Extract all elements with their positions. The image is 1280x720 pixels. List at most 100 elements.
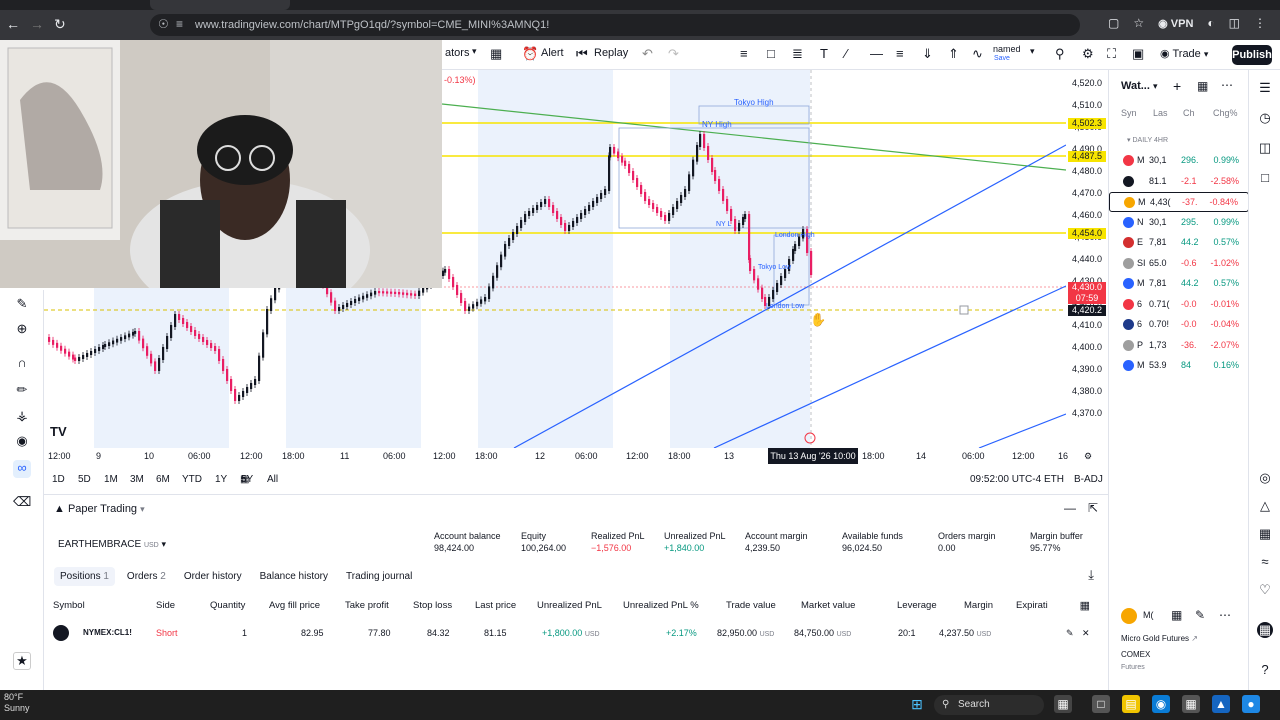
- column-header[interactable]: Leverage: [897, 600, 937, 611]
- tab-order-history[interactable]: Order history: [178, 567, 248, 586]
- column-header[interactable]: Stop loss: [413, 600, 452, 611]
- columns-settings-icon[interactable]: ▦: [1080, 599, 1090, 612]
- watchlist-row[interactable]: 6 0.71(-0.0 -0.01%: [1109, 295, 1249, 315]
- layout-save-label[interactable]: Save: [994, 55, 1010, 62]
- price-badge-crosshair-price[interactable]: 4,420.2: [1068, 305, 1106, 316]
- rangebar-session[interactable]: ETH: [1044, 474, 1064, 485]
- tab-trading-journal[interactable]: Trading journal: [340, 567, 418, 586]
- price-badge-countdown[interactable]: 07:59: [1068, 293, 1106, 304]
- column-header[interactable]: Avg fill price: [269, 600, 320, 611]
- help-icon[interactable]: ?: [1257, 662, 1273, 678]
- drawing-handle[interactable]: [959, 305, 969, 315]
- url-box[interactable]: ☉ ≡ www.tradingview.com/chart/MTPgO1qd/?…: [150, 14, 1080, 36]
- undo-icon[interactable]: ↶: [642, 46, 653, 62]
- long-position-icon[interactable]: ≡: [740, 46, 748, 61]
- price-badge-b2[interactable]: 4,487.5: [1068, 151, 1106, 162]
- target-icon[interactable]: ◎: [1257, 470, 1273, 486]
- horizontal-line-icon[interactable]: —: [870, 46, 883, 61]
- watchlist-column[interactable]: Syn: [1121, 108, 1137, 118]
- range-all[interactable]: All: [267, 474, 278, 485]
- replay-icon[interactable]: ⏮: [576, 46, 588, 62]
- store-icon[interactable]: ▦: [1182, 695, 1200, 713]
- watchlist-row[interactable]: E 7,81 44.2 0.57%: [1109, 233, 1249, 253]
- close-position-icon[interactable]: ✕: [1082, 628, 1090, 639]
- range-1m[interactable]: 1M: [104, 474, 118, 485]
- layout-name[interactable]: named: [993, 44, 1021, 54]
- annotation-london-low[interactable]: London Low: [766, 303, 805, 310]
- publish-button[interactable]: Publish: [1232, 45, 1272, 65]
- edge-icon[interactable]: ◉: [1152, 695, 1170, 713]
- annotation-tokyo-low[interactable]: Tokyo Low: [758, 264, 792, 271]
- more-icon[interactable]: ⋯: [1219, 608, 1231, 622]
- watchlist-icon[interactable]: ☰: [1257, 80, 1273, 96]
- widgets-icon[interactable]: ▦: [1054, 695, 1072, 713]
- range-6m[interactable]: 6M: [156, 474, 170, 485]
- trendline-icon[interactable]: ∕: [845, 46, 847, 61]
- annotation-london-high[interactable]: London High: [775, 232, 815, 239]
- settings-icon[interactable]: ⚙: [1082, 46, 1094, 62]
- watchlist-group[interactable]: ▾ DAILY 4HR: [1127, 136, 1168, 144]
- search-icon[interactable]: ⚲: [1055, 46, 1065, 62]
- more-icon[interactable]: ⋯: [1221, 78, 1233, 92]
- indicators-button[interactable]: ators: [445, 47, 469, 59]
- rangebar-clock[interactable]: 09:52:00 UTC-4: [970, 474, 1041, 485]
- details-symbol[interactable]: M(: [1143, 610, 1154, 620]
- pen-lock-icon[interactable]: ✏: [13, 382, 31, 400]
- broadcast-icon[interactable]: ≈: [1257, 554, 1273, 570]
- app-icon[interactable]: ●: [1242, 695, 1260, 713]
- tune-icon[interactable]: ≡: [176, 17, 183, 31]
- watchlist-column[interactable]: Las: [1153, 108, 1168, 118]
- rangebar-adj[interactable]: B-ADJ: [1074, 474, 1103, 485]
- chevron-down-icon[interactable]: ▾: [472, 46, 477, 57]
- watchlist-column[interactable]: Chg%: [1213, 108, 1238, 118]
- watchlist-row[interactable]: P 1,73 -36. -2.07%: [1109, 336, 1249, 356]
- tab-balance-history[interactable]: Balance history: [254, 567, 334, 586]
- fullscreen-icon[interactable]: ⛶: [1107, 46, 1116, 62]
- taskbar-search[interactable]: ⚲ Search: [934, 695, 1044, 715]
- watchlist-column[interactable]: Ch: [1183, 108, 1195, 118]
- range-3m[interactable]: 3M: [130, 474, 144, 485]
- download-icon[interactable]: ⤓: [1088, 567, 1094, 583]
- edit-position-icon[interactable]: ✎: [1066, 628, 1074, 639]
- details-name[interactable]: Micro Gold Futures ↗: [1121, 634, 1198, 643]
- grid-icon[interactable]: ▦: [1171, 608, 1182, 622]
- alert-icon[interactable]: ⏰: [522, 46, 538, 62]
- column-header[interactable]: Unrealized PnL: [537, 600, 602, 611]
- calendar-icon[interactable]: ▦: [1257, 526, 1273, 542]
- column-header[interactable]: Quantity: [210, 600, 245, 611]
- replay-button[interactable]: Replay: [594, 47, 628, 59]
- zoom-in-icon[interactable]: ⊕: [13, 321, 31, 339]
- range-1y[interactable]: 1Y: [215, 474, 227, 485]
- extension-icon[interactable]: ◐: [1207, 16, 1214, 30]
- reload-icon[interactable]: ↻: [54, 16, 66, 33]
- wallet-icon[interactable]: ◫: [1229, 16, 1240, 30]
- layout-chevron-icon[interactable]: ▾: [1030, 46, 1035, 57]
- help-bell-icon[interactable]: ♡: [1257, 582, 1273, 598]
- axis-settings-icon[interactable]: ⚙: [1084, 451, 1092, 462]
- forward-icon[interactable]: →: [30, 16, 44, 32]
- watchlist-row[interactable]: M 7,81 44.2 0.57%: [1109, 274, 1249, 294]
- chat-icon[interactable]: □: [1257, 170, 1273, 186]
- url-text[interactable]: www.tradingview.com/chart/MTPgO1qd/?symb…: [195, 19, 549, 31]
- column-header[interactable]: Last price: [475, 600, 516, 611]
- apps-grid-icon[interactable]: ▦: [1257, 622, 1273, 638]
- task-view-icon[interactable]: □: [1092, 695, 1110, 713]
- back-icon[interactable]: ←: [6, 16, 20, 32]
- maximize-icon[interactable]: ⇱: [1088, 501, 1098, 515]
- price-badge-b3[interactable]: 4,454.0: [1068, 228, 1106, 239]
- triangle-icon[interactable]: △: [1257, 498, 1273, 514]
- file-explorer-icon[interactable]: ▤: [1122, 695, 1140, 713]
- star-icon[interactable]: ☆: [1133, 16, 1144, 30]
- browser-tab[interactable]: [150, 0, 290, 10]
- column-header[interactable]: Unrealized PnL %: [623, 600, 699, 611]
- cell-symbol[interactable]: NYMEX:CL1!: [83, 628, 132, 637]
- windows-start-icon[interactable]: ⊞: [908, 695, 926, 713]
- camera-icon[interactable]: ▣: [1132, 46, 1144, 62]
- advanced-view-icon[interactable]: ▦: [1197, 79, 1208, 93]
- column-header[interactable]: Market value: [801, 600, 855, 611]
- price-badge-b1[interactable]: 4,502.3: [1068, 118, 1106, 129]
- column-header[interactable]: Take profit: [345, 600, 389, 611]
- favorites-star-icon[interactable]: ★: [13, 652, 31, 670]
- annotation-ny-high[interactable]: NY High: [702, 120, 732, 129]
- watchlist-row[interactable]: 6 0.70! -0.0 -0.04%: [1109, 315, 1249, 335]
